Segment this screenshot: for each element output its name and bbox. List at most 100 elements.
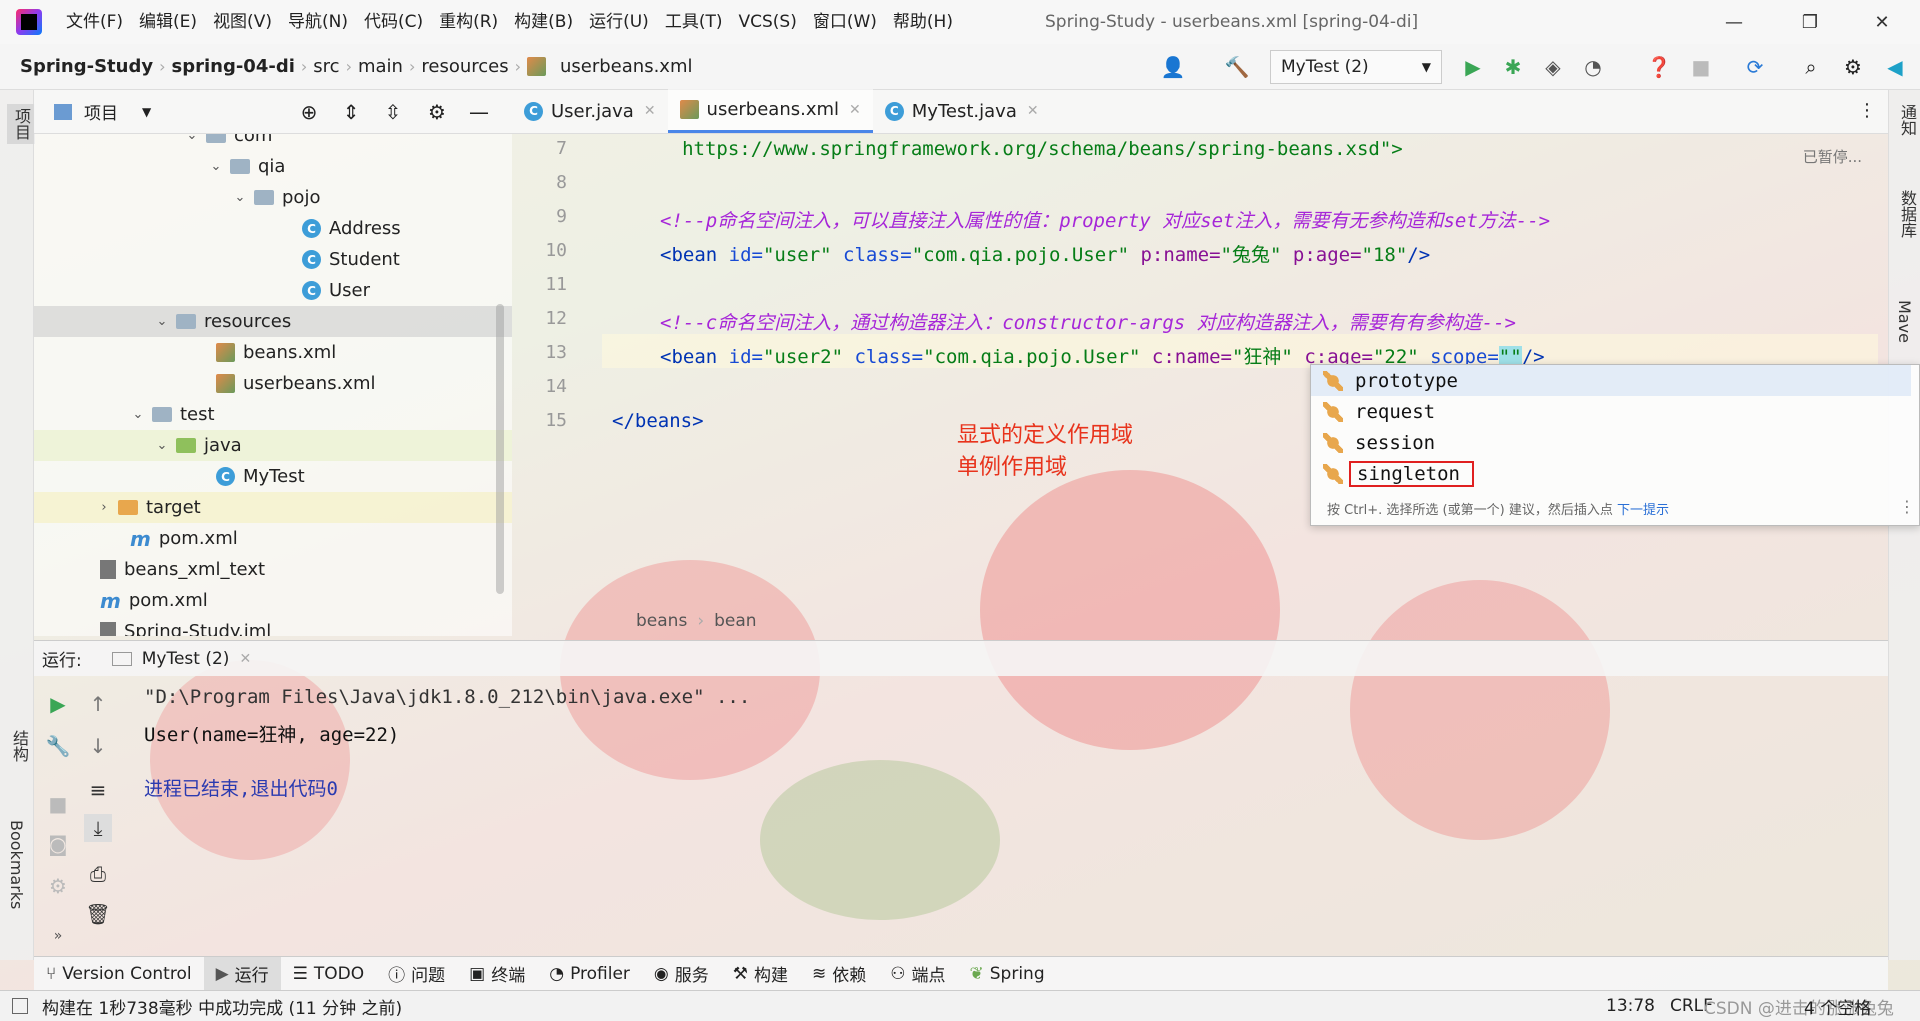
gear-icon[interactable]: ⚙ xyxy=(424,99,450,125)
menu-code[interactable]: 代码(C) xyxy=(356,0,431,44)
build-hammer-icon[interactable]: 🔨 xyxy=(1224,54,1250,80)
menu-file[interactable]: 文件(F) xyxy=(58,0,131,44)
tab-mytest-java[interactable]: C MyTest.java ✕ xyxy=(873,89,1051,133)
tab-userbeans-xml[interactable]: userbeans.xml ✕ xyxy=(667,89,873,133)
close-icon[interactable]: ✕ xyxy=(849,102,861,118)
completion-item-singleton[interactable]: singleton xyxy=(1311,458,1911,489)
settings-gear-icon[interactable]: ⚙ xyxy=(1840,54,1866,80)
more-options-icon[interactable]: ⋮ xyxy=(1899,497,1915,516)
code-breadcrumb-bean[interactable]: bean xyxy=(714,611,756,631)
tool-tab-build[interactable]: ⚒ 构建 xyxy=(721,957,800,991)
plugin-logo-icon[interactable]: ◀ xyxy=(1882,54,1908,80)
tree-item-resources[interactable]: ⌄ resources xyxy=(34,306,512,337)
tree-item-user[interactable]: C User xyxy=(302,275,370,306)
tree-item-mytest[interactable]: C MyTest xyxy=(216,461,305,492)
print-icon[interactable]: ⎙ xyxy=(84,860,112,888)
tree-item-module-pom[interactable]: m pom.xml xyxy=(130,523,238,554)
menu-build[interactable]: 构建(B) xyxy=(506,0,581,44)
menu-refactor[interactable]: 重构(R) xyxy=(431,0,506,44)
breadcrumb-file[interactable]: userbeans.xml xyxy=(554,56,699,77)
soft-wrap-icon[interactable]: ≡ xyxy=(84,776,112,804)
run-console[interactable]: "D:\Program Files\Java\jdk1.8.0_212\bin\… xyxy=(128,676,1888,956)
locate-target-icon[interactable]: ⊕ xyxy=(296,99,322,125)
tool-tab-problems[interactable]: ⓘ 问题 xyxy=(376,957,457,991)
coverage-icon[interactable]: ◈ xyxy=(1540,54,1566,80)
help-icon[interactable]: ❓ xyxy=(1646,54,1672,80)
tree-item-student[interactable]: C Student xyxy=(302,244,400,275)
hide-panel-icon[interactable]: — xyxy=(466,99,492,125)
completion-item-request[interactable]: request xyxy=(1311,396,1911,427)
menu-vcs[interactable]: VCS(S) xyxy=(730,0,804,44)
menu-run[interactable]: 运行(U) xyxy=(581,0,657,44)
menu-view[interactable]: 视图(V) xyxy=(205,0,280,44)
close-icon[interactable]: ✕ xyxy=(644,103,656,119)
tool-tab-dependencies[interactable]: ≋ 依赖 xyxy=(800,957,878,991)
close-icon[interactable]: ✕ xyxy=(239,651,251,667)
tree-item-pojo[interactable]: ⌄ pojo xyxy=(232,182,321,213)
tree-item-root-pom[interactable]: m pom.xml xyxy=(100,585,208,616)
tool-tab-version-control[interactable]: ⑂ Version Control xyxy=(34,957,204,991)
breadcrumb-main[interactable]: main xyxy=(352,56,409,77)
rerun-icon[interactable]: ▶ xyxy=(44,690,72,718)
structure-tool-tab[interactable]: 结构 xyxy=(7,730,31,762)
tree-item-beans-xml[interactable]: beans.xml xyxy=(216,337,336,368)
tool-tab-terminal[interactable]: ▣ 终端 xyxy=(457,957,537,991)
debug-icon[interactable]: ✱ xyxy=(1500,54,1526,80)
tree-item-test[interactable]: ⌄ test xyxy=(130,399,215,430)
breadcrumb-module[interactable]: spring-04-di xyxy=(165,56,300,77)
breadcrumb-project[interactable]: Spring-Study xyxy=(14,56,159,77)
tool-tab-endpoints[interactable]: ⚇ 端点 xyxy=(878,957,957,991)
tree-item-address[interactable]: C Address xyxy=(302,213,401,244)
more-icon[interactable]: » xyxy=(44,922,72,950)
cursor-position[interactable]: 13:78 xyxy=(1606,996,1655,1016)
run-icon[interactable]: ▶ xyxy=(1460,54,1486,80)
project-panel-title[interactable]: 项目 xyxy=(84,99,118,124)
camera-icon[interactable]: ◙ xyxy=(44,830,72,858)
tab-user-java[interactable]: C User.java ✕ xyxy=(512,89,668,133)
stop-icon[interactable]: ■ xyxy=(1688,54,1714,80)
maven-tool-tab[interactable]: Mave xyxy=(1895,300,1914,343)
menu-tools[interactable]: 工具(T) xyxy=(657,0,731,44)
more-options-icon[interactable]: ⋮ xyxy=(1858,100,1876,121)
tool-tab-spring[interactable]: ❦ Spring xyxy=(958,957,1057,991)
search-icon[interactable]: ⌕ xyxy=(1798,54,1824,80)
user-icon[interactable]: 👤 xyxy=(1160,54,1186,80)
menu-help[interactable]: 帮助(H) xyxy=(885,0,961,44)
bookmarks-tool-tab[interactable]: Bookmarks xyxy=(7,820,26,909)
collapse-all-icon[interactable]: ⇳ xyxy=(380,99,406,125)
scroll-to-end-icon[interactable]: ⤓ xyxy=(84,814,112,842)
settings-icon[interactable]: ⚙ xyxy=(44,872,72,900)
trash-icon[interactable]: 🗑 xyxy=(84,900,112,928)
tool-tab-todo[interactable]: ☰ TODO xyxy=(281,957,377,991)
tree-item-com[interactable]: ⌄ com xyxy=(184,134,272,151)
restore-button[interactable]: ❐ xyxy=(1780,0,1840,44)
project-tool-tab[interactable]: 项目 xyxy=(7,104,35,144)
stop-icon[interactable]: ■ xyxy=(44,790,72,818)
wrench-icon[interactable]: 🔧 xyxy=(44,732,72,760)
notifications-tool-tab[interactable]: 通知 xyxy=(1895,104,1919,136)
close-window-button[interactable]: ✕ xyxy=(1852,0,1912,44)
menu-edit[interactable]: 编辑(E) xyxy=(131,0,205,44)
up-arrow-icon[interactable]: ↑ xyxy=(84,690,112,718)
tree-item-userbeans-xml[interactable]: userbeans.xml xyxy=(216,368,376,399)
update-icon[interactable]: ⟳ xyxy=(1742,54,1768,80)
tree-item-beans-xml-text[interactable]: beans_xml_text xyxy=(100,554,265,585)
tree-item-java[interactable]: ⌄ java xyxy=(34,430,512,461)
breadcrumb-resources[interactable]: resources xyxy=(415,56,514,77)
tree-item-iml[interactable]: Spring-Study.iml xyxy=(100,616,271,636)
run-tab-mytest[interactable]: MyTest (2) xyxy=(142,649,230,669)
tool-tab-services[interactable]: ◉ 服务 xyxy=(642,957,721,991)
tool-tab-run[interactable]: ▶ 运行 xyxy=(203,956,281,991)
run-configuration-select[interactable]: MyTest (2) ▼ xyxy=(1270,50,1442,84)
completion-item-prototype[interactable]: prototype xyxy=(1311,365,1911,396)
tree-scrollbar[interactable] xyxy=(496,304,504,594)
tool-tab-profiler[interactable]: ◔ Profiler xyxy=(537,957,642,991)
minimize-button[interactable]: — xyxy=(1704,0,1764,44)
next-tip-link[interactable]: 下一提示 xyxy=(1617,503,1669,518)
code-breadcrumb-beans[interactable]: beans xyxy=(636,611,687,631)
profile-icon[interactable]: ◔ xyxy=(1580,54,1606,80)
indent-setting[interactable]: 4 个空格 xyxy=(1804,994,1871,1019)
tree-item-target[interactable]: › target xyxy=(34,492,512,523)
expand-all-icon[interactable]: ⇕ xyxy=(338,99,364,125)
breadcrumb-src[interactable]: src xyxy=(307,56,345,77)
